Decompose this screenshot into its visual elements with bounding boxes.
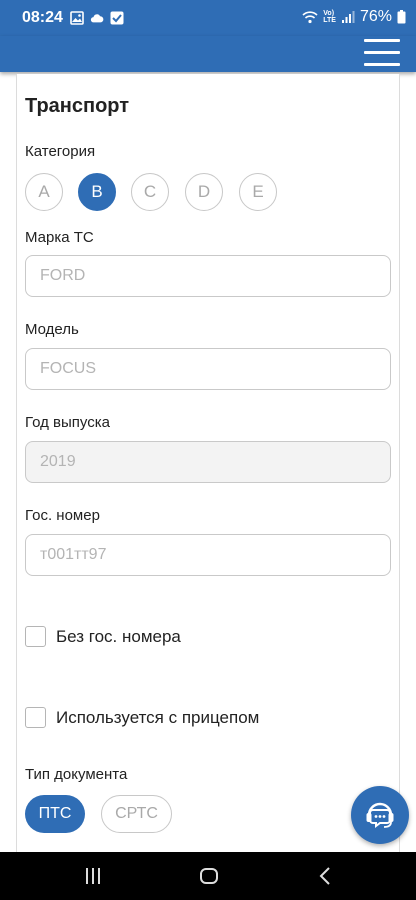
- recent-apps-icon[interactable]: [84, 864, 102, 888]
- category-label: Категория: [25, 143, 96, 160]
- gallery-icon: [70, 11, 84, 25]
- app-bar: [0, 36, 416, 72]
- category-option-b[interactable]: B: [78, 173, 116, 211]
- status-bar: 08:24 Vo) LTE 76%: [0, 0, 416, 36]
- trailer-label: Используется с прицепом: [56, 707, 260, 727]
- volte-icon: Vo) LTE: [323, 10, 336, 24]
- back-icon[interactable]: [316, 864, 334, 888]
- brand-label: Марка ТС: [25, 229, 94, 246]
- no-plate-label: Без гос. номера: [56, 626, 181, 646]
- no-plate-row[interactable]: Без гос. номера: [25, 626, 181, 647]
- signal-icon: [341, 11, 355, 23]
- home-icon[interactable]: [198, 864, 220, 888]
- plate-label: Гос. номер: [25, 507, 100, 524]
- doc-type-srts[interactable]: СРТС: [101, 795, 172, 833]
- system-nav-bar: [0, 852, 416, 900]
- model-input[interactable]: [25, 348, 391, 390]
- plate-input[interactable]: [25, 534, 391, 576]
- cloud-icon: [90, 14, 104, 23]
- battery-percent: 76%: [359, 8, 392, 25]
- year-input[interactable]: [25, 441, 391, 483]
- support-headset-icon: [366, 802, 394, 828]
- support-chat-button[interactable]: [351, 786, 409, 844]
- doc-type-pts[interactable]: ПТС: [25, 795, 85, 833]
- section-title: Транспорт: [25, 95, 130, 117]
- volte-bottom: LTE: [323, 17, 336, 24]
- category-option-a[interactable]: A: [25, 173, 63, 211]
- battery-icon: [397, 10, 406, 24]
- trailer-checkbox[interactable]: [25, 707, 46, 728]
- brand-input[interactable]: [25, 255, 391, 297]
- check-box-icon: [110, 11, 124, 25]
- category-option-c[interactable]: C: [131, 173, 169, 211]
- model-label: Модель: [25, 321, 79, 338]
- wifi-icon: [302, 11, 318, 24]
- category-option-e[interactable]: E: [239, 173, 277, 211]
- system-icons: Vo) LTE 76%: [302, 8, 406, 26]
- volte-top: Vo): [323, 10, 335, 17]
- year-label: Год выпуска: [25, 414, 110, 431]
- category-option-d[interactable]: D: [185, 173, 223, 211]
- menu-button[interactable]: [364, 39, 400, 67]
- trailer-row[interactable]: Используется с прицепом: [25, 707, 259, 728]
- status-time: 08:24: [22, 9, 63, 26]
- doc-type-label: Тип документа: [25, 766, 128, 783]
- notification-icons: [70, 11, 124, 25]
- no-plate-checkbox[interactable]: [25, 626, 46, 647]
